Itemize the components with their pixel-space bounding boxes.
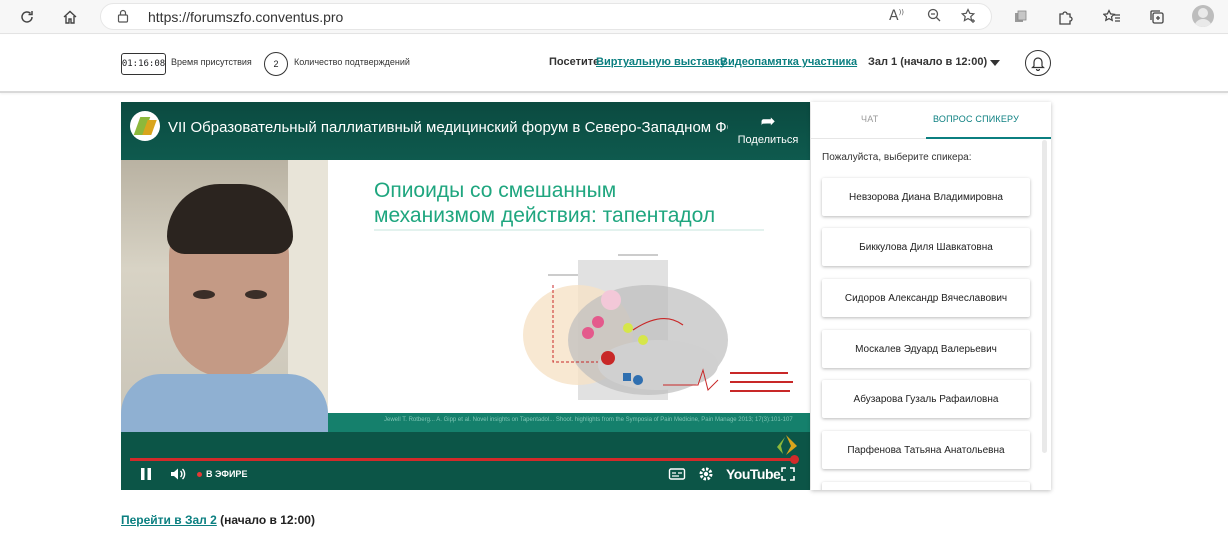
- youtube-logo[interactable]: YouTube: [726, 466, 781, 482]
- extensions-puzzle-icon[interactable]: [1008, 5, 1032, 29]
- presence-timer: 01:16:08: [121, 53, 166, 75]
- tab-question-speaker[interactable]: ВОПРОС СПИКЕРУ: [933, 114, 1019, 124]
- speaker-button[interactable]: Сидоров Александр Вячеславович: [822, 279, 1030, 317]
- speaker-button[interactable]: [822, 482, 1030, 490]
- speaker-prompt: Пожалуйста, выберите спикера:: [822, 152, 972, 163]
- add-favorite-icon[interactable]: [960, 8, 977, 28]
- browser-toolbar: https://forumszfo.conventus.pro A)): [0, 0, 1228, 34]
- video-memo-link[interactable]: Видеопамятка участника: [720, 56, 857, 68]
- zoom-out-icon[interactable]: [927, 8, 941, 26]
- panel-tabs: ЧАТ ВОПРОС СПИКЕРУ: [811, 102, 1051, 139]
- goto-hall-2-link[interactable]: Перейти в Зал 2: [121, 513, 217, 527]
- speaker-button[interactable]: Парфенова Татьяна Анатольевна: [822, 431, 1030, 469]
- pause-icon[interactable]: [139, 466, 153, 486]
- volume-icon[interactable]: [169, 466, 187, 486]
- slide-footer-reference: Jewell T. Rotberg... A. Gipp et al. Nove…: [384, 417, 793, 423]
- video-player[interactable]: VII Образовательный паллиативный медицин…: [121, 102, 810, 490]
- video-progress-handle[interactable]: [790, 455, 799, 464]
- forum-watermark-logo: [777, 435, 797, 455]
- virtual-expo-link[interactable]: Виртуальную выставку: [596, 56, 726, 68]
- settings-gear-icon[interactable]: [698, 466, 714, 486]
- favorites-icon[interactable]: [1100, 5, 1124, 29]
- goto-hall-2-time: (начало в 12:00): [220, 513, 315, 527]
- collections-icon[interactable]: [1145, 5, 1169, 29]
- refresh-icon[interactable]: [15, 5, 39, 29]
- fullscreen-icon[interactable]: [780, 466, 796, 486]
- speaker-button[interactable]: Москалев Эдуард Валерьевич: [822, 330, 1030, 368]
- subtitles-icon[interactable]: [668, 466, 686, 486]
- confirmations-count: 2: [264, 52, 288, 76]
- speaker-button[interactable]: Абузарова Гузаль Рафаиловна: [822, 380, 1030, 418]
- presence-timer-label: Время присутствия: [171, 57, 252, 67]
- slide-title-line-1: Опиоиды со смешанным: [374, 179, 617, 202]
- panel-scrollbar[interactable]: [1042, 140, 1047, 453]
- lock-icon[interactable]: [117, 9, 129, 26]
- live-label[interactable]: В ЭФИРЕ: [206, 469, 247, 479]
- goto-hall-2: Перейти в Зал 2 (начало в 12:00): [121, 513, 315, 527]
- home-icon[interactable]: [58, 5, 82, 29]
- url-text[interactable]: https://forumszfo.conventus.pro: [148, 9, 343, 25]
- slide-footer-bar: Jewell T. Rotberg... A. Gipp et al. Nove…: [328, 413, 810, 432]
- hall-select[interactable]: Зал 1 (начало в 12:00): [868, 56, 987, 68]
- chevron-down-icon[interactable]: [990, 60, 1000, 66]
- extensions-icon[interactable]: [1053, 5, 1077, 29]
- share-label: Поделиться: [737, 134, 799, 146]
- visit-prefix: Посетите: [549, 56, 599, 68]
- bell-icon[interactable]: [1025, 50, 1051, 76]
- share-button[interactable]: ➦ Поделиться: [733, 111, 803, 147]
- speaker-question-panel: ЧАТ ВОПРОС СПИКЕРУ Пожалуйста, выберите …: [811, 102, 1051, 490]
- confirmations-label: Количество подтверждений: [294, 57, 410, 67]
- site-header: 01:16:08 Время присутствия 2 Количество …: [0, 35, 1228, 93]
- slide-title: Опиоиды со смешанным механизмом действия…: [374, 178, 794, 228]
- video-progress-bar[interactable]: [130, 458, 794, 461]
- slide-diagram: [523, 254, 796, 400]
- slide-title-line-2: механизмом действия: тапентадол: [374, 204, 716, 227]
- read-aloud-icon[interactable]: A)): [889, 8, 904, 24]
- share-arrow-icon: ➦: [760, 111, 776, 132]
- presentation-slide: Опиоиды со смешанным механизмом действия…: [328, 160, 810, 432]
- active-tab-indicator: [926, 137, 1051, 139]
- tab-chat[interactable]: ЧАТ: [861, 114, 878, 124]
- live-indicator-dot: [197, 472, 202, 477]
- speaker-button[interactable]: Невзорова Диана Владимировна: [822, 178, 1030, 216]
- address-bar[interactable]: https://forumszfo.conventus.pro A)): [100, 3, 992, 30]
- visit-prefix-text: Посетите: [549, 56, 600, 68]
- video-title[interactable]: VII Образовательный паллиативный медицин…: [168, 119, 728, 136]
- profile-avatar[interactable]: [1192, 5, 1214, 27]
- speaker-camera-feed: [121, 160, 328, 432]
- speaker-button[interactable]: Биккулова Диля Шавкатовна: [822, 228, 1030, 266]
- channel-logo[interactable]: [130, 111, 160, 141]
